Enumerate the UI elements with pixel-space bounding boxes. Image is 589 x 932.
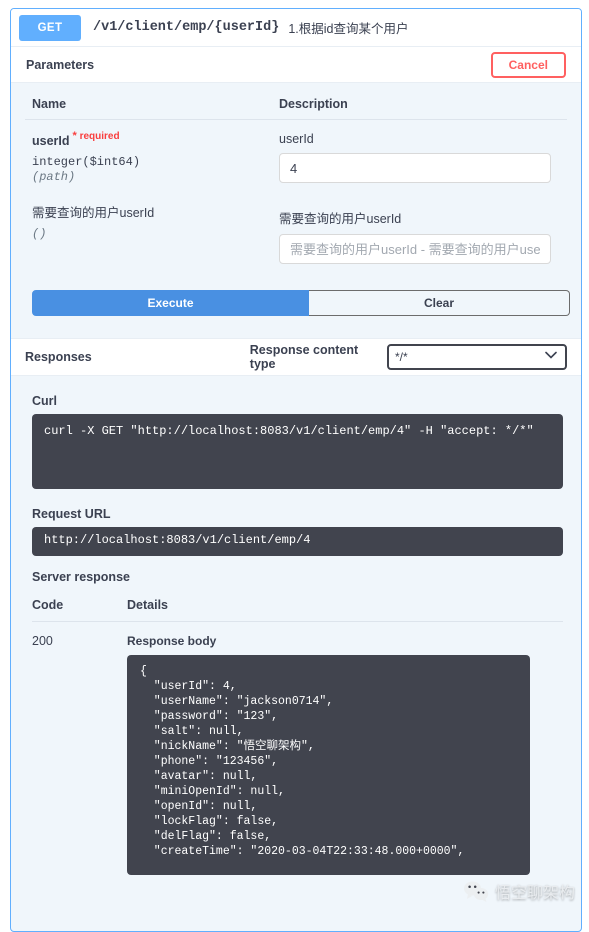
swagger-operation-block: GET /v1/client/emp/{userId} 1.根据id查询某个用户… <box>10 8 582 932</box>
parameter-cn-description: 需要查询的用户userId <box>32 202 267 221</box>
server-response-table: Code Details 200 Response body { "userId… <box>32 598 563 875</box>
execute-button[interactable]: Execute <box>32 290 309 316</box>
parameter-input-label: userId <box>279 132 567 146</box>
watermark: 悟空聊架构 <box>463 879 575 903</box>
second-parameter-label: 需要查询的用户userId <box>279 208 567 227</box>
column-header-details: Details <box>127 598 563 612</box>
server-response-label: Server response <box>32 570 567 584</box>
parameters-table: Name Description userId* required intege… <box>11 83 581 264</box>
http-method-badge: GET <box>19 15 81 41</box>
response-table-header: Code Details <box>32 598 563 622</box>
response-content-type-wrapper: */* <box>377 344 567 370</box>
responses-title: Responses <box>25 350 250 364</box>
column-header-name: Name <box>32 97 279 111</box>
curl-label: Curl <box>32 394 567 408</box>
response-content-type-select[interactable]: */* <box>387 344 567 370</box>
table-row: 200 Response body { "userId": 4, "userNa… <box>32 622 563 875</box>
parameter-type: integer($int64) <box>32 155 267 169</box>
operation-summary-header[interactable]: GET /v1/client/emp/{userId} 1.根据id查询某个用户 <box>11 9 581 47</box>
wechat-icon <box>463 880 489 902</box>
parameter-location: (path) <box>32 170 267 184</box>
userid-input[interactable] <box>279 153 551 183</box>
column-header-description: Description <box>279 97 567 111</box>
parameters-title: Parameters <box>26 58 94 72</box>
operation-summary-text: 1.根据id查询某个用户 <box>288 18 408 37</box>
request-url-value: http://localhost:8083/v1/client/emp/4 <box>32 527 563 556</box>
responses-body: Curl curl -X GET "http://localhost:8083/… <box>11 394 581 875</box>
response-body-label: Response body <box>127 634 563 648</box>
second-parameter-input[interactable] <box>279 234 551 264</box>
parameter-name-cell: userId* required integer($int64) (path) … <box>32 132 279 264</box>
response-details-cell: Response body { "userId": 4, "userName":… <box>127 634 563 875</box>
required-marker: * required <box>73 131 120 142</box>
request-url-label: Request URL <box>32 507 567 521</box>
response-content-type-label: Response content type <box>250 343 377 371</box>
column-header-code: Code <box>32 598 127 612</box>
required-label: required <box>80 131 120 142</box>
table-row: userId* required integer($int64) (path) … <box>25 120 567 264</box>
response-status-code: 200 <box>32 634 127 875</box>
parameter-description-cell: userId 需要查询的用户userId <box>279 132 567 264</box>
clear-button[interactable]: Clear <box>309 290 570 316</box>
parameters-table-header: Name Description <box>25 83 567 120</box>
action-buttons-row: Execute Clear <box>32 290 570 316</box>
operation-path: /v1/client/emp/{userId} <box>93 20 279 35</box>
curl-command: curl -X GET "http://localhost:8083/v1/cl… <box>32 414 563 489</box>
response-body-json: { "userId": 4, "userName": "jackson0714"… <box>127 655 530 875</box>
responses-header: Responses Response content type */* <box>11 338 581 376</box>
parameter-name: userId <box>32 134 70 148</box>
parameters-header: Parameters Cancel <box>11 47 581 83</box>
watermark-text: 悟空聊架构 <box>495 879 575 903</box>
cancel-button[interactable]: Cancel <box>491 52 566 78</box>
parameter-empty-paren: () <box>32 227 267 241</box>
